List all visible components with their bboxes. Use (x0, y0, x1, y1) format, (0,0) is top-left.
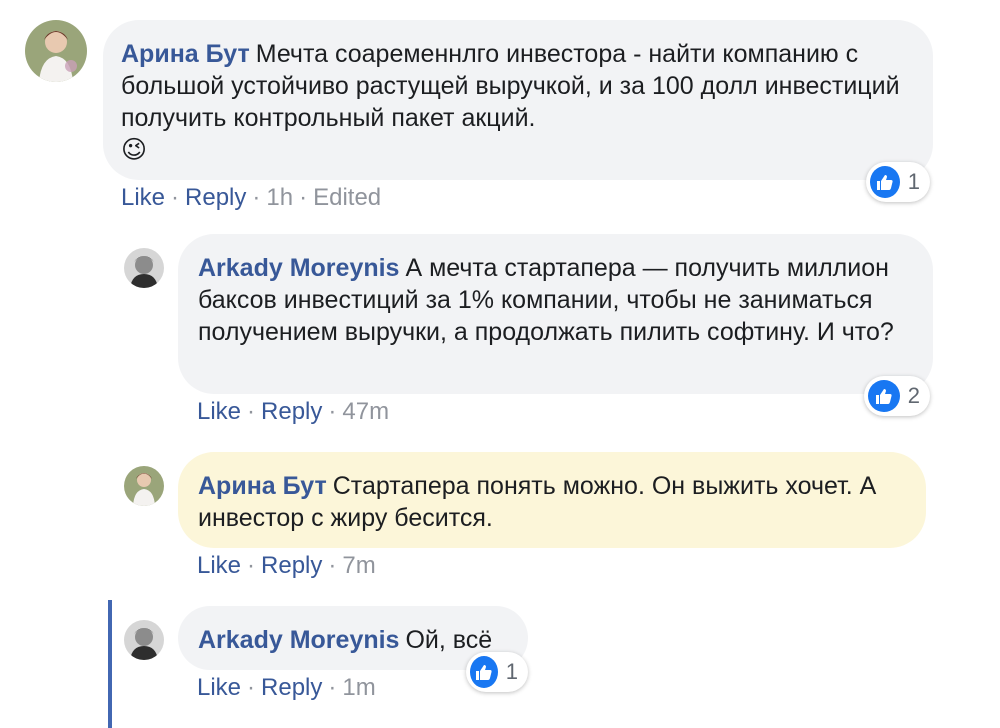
timestamp[interactable]: 47m (342, 398, 389, 425)
wink-emoji: 😉 (121, 136, 148, 164)
comment-bubble: Arkady Moreynis А мечта стартапера — полу… (178, 234, 933, 394)
comment-actions: Like · Reply · 47m (197, 398, 390, 425)
timestamp[interactable]: 1h (266, 184, 293, 211)
reply-link[interactable]: Reply (185, 184, 246, 211)
like-link[interactable]: Like (197, 398, 241, 425)
like-link[interactable]: Like (197, 552, 241, 579)
reply-link[interactable]: Reply (261, 674, 322, 701)
comment-author[interactable]: Arkady Moreynis (198, 626, 399, 654)
reaction-count[interactable]: 1 (866, 162, 930, 202)
avatar-arkady[interactable] (124, 248, 164, 288)
avatar-arina[interactable] (25, 20, 87, 82)
comment-author[interactable]: Арина Бут (121, 40, 250, 68)
thumbs-up-icon (868, 380, 900, 412)
timestamp[interactable]: 7m (342, 552, 375, 579)
reply-link[interactable]: Reply (261, 552, 322, 579)
like-link[interactable]: Like (197, 674, 241, 701)
reply-link[interactable]: Reply (261, 398, 322, 425)
comment-text: Ой, всё (405, 626, 493, 654)
thread-indicator (108, 600, 112, 728)
comment-bubble: Арина Бут Стартапера понять можно. Он выж… (178, 452, 926, 548)
timestamp[interactable]: 1m (342, 674, 375, 701)
reaction-count[interactable]: 2 (864, 376, 930, 416)
reaction-number: 2 (907, 383, 920, 408)
thumbs-up-icon (870, 166, 900, 198)
edited-label[interactable]: Edited (313, 184, 381, 211)
reaction-number: 1 (907, 169, 920, 194)
comment-actions: Like · Reply · 1m (197, 674, 376, 701)
avatar-arkady[interactable] (124, 620, 164, 660)
comment-bubble: Арина Бут Мечта соаременнлго инвестора - … (103, 20, 933, 180)
comment-actions: Like · Reply · 7m (197, 552, 376, 579)
comment-author[interactable]: Arkady Moreynis (198, 254, 399, 282)
like-link[interactable]: Like (121, 184, 165, 211)
reaction-count[interactable]: 1 (466, 652, 528, 692)
comment-actions: Like · Reply · 1h · Edited (121, 184, 382, 211)
avatar-arina[interactable] (124, 466, 164, 506)
reaction-number: 1 (505, 659, 518, 684)
comment-author[interactable]: Арина Бут (198, 472, 327, 500)
thumbs-up-icon (470, 656, 498, 688)
